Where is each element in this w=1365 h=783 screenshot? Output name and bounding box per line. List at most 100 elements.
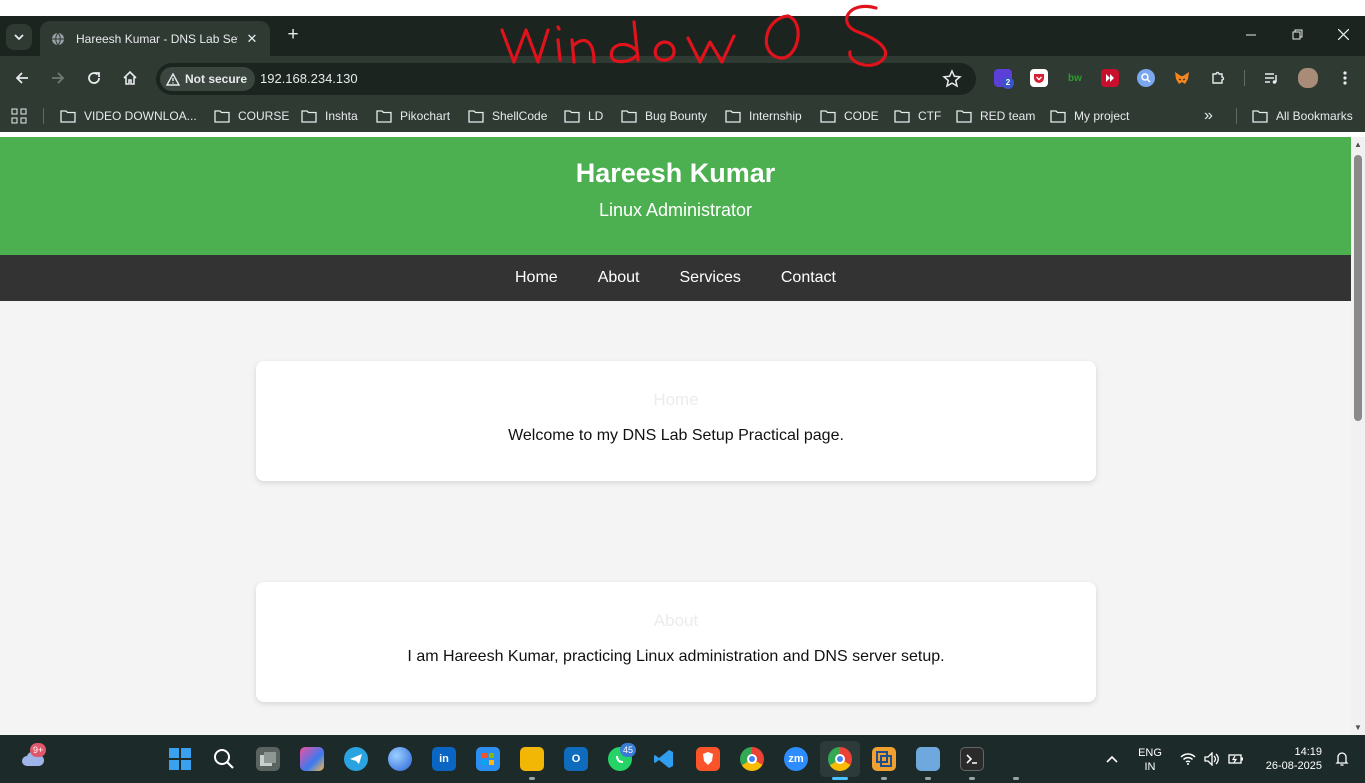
tab-search-button[interactable] — [6, 24, 32, 50]
security-chip[interactable]: Not secure — [160, 67, 256, 91]
search-extension-icon[interactable] — [1137, 69, 1155, 87]
nav-link-services[interactable]: Services — [680, 269, 741, 287]
active-tab[interactable]: Hareesh Kumar - DNS Lab Setup ✕ — [40, 21, 270, 56]
bookmark-label: CODE — [844, 109, 879, 123]
close-window-button[interactable] — [1328, 25, 1358, 47]
chevron-down-icon — [14, 34, 24, 41]
bookmark-folder[interactable]: CTF — [894, 108, 941, 124]
bookmarks-divider-2 — [1236, 108, 1237, 124]
task-view-icon[interactable] — [256, 747, 280, 771]
nav-link-home[interactable]: Home — [515, 269, 558, 287]
page-scrollbar[interactable]: ▲ ▼ — [1351, 137, 1365, 735]
bookmarks-divider — [43, 108, 44, 124]
bookmark-label: ShellCode — [492, 109, 548, 123]
battery-icon[interactable] — [1224, 747, 1248, 771]
wifi-icon[interactable] — [1176, 747, 1200, 771]
outlook-icon[interactable]: O — [564, 747, 588, 771]
bookmark-folder[interactable]: ShellCode — [468, 108, 547, 124]
linkedin-icon[interactable]: in — [432, 747, 456, 771]
forward-icon[interactable] — [46, 66, 70, 90]
terminal-icon[interactable] — [960, 747, 984, 771]
file-explorer-icon[interactable] — [520, 747, 544, 771]
scroll-thumb[interactable] — [1354, 155, 1362, 421]
bookmark-folder[interactable]: Inshta — [301, 108, 358, 124]
media-control-icon[interactable] — [1262, 69, 1280, 87]
store-icon[interactable] — [476, 747, 500, 771]
desktop-screen: Hareesh Kumar - DNS Lab Setup ✕ + Not se… — [0, 0, 1365, 783]
scroll-down-icon[interactable]: ▼ — [1353, 723, 1363, 733]
clock[interactable]: 14:19 26-08-2025 — [1254, 745, 1330, 773]
vscode-icon[interactable] — [652, 747, 676, 771]
all-bookmarks-label: All Bookmarks — [1276, 109, 1353, 123]
chrome-icon[interactable] — [740, 747, 764, 771]
windows-start-icon[interactable] — [168, 747, 192, 771]
bookmark-folder[interactable]: COURSE — [214, 108, 289, 124]
whatsapp-badge: 45 — [620, 743, 637, 757]
running-indicator — [925, 777, 931, 780]
folder-icon — [60, 110, 76, 123]
chevron-up-icon[interactable] — [1100, 747, 1124, 771]
menu-icon[interactable] — [1336, 69, 1354, 87]
volume-icon[interactable] — [1200, 747, 1224, 771]
profile-avatar[interactable] — [1298, 68, 1318, 88]
search-icon[interactable] — [212, 747, 236, 771]
more-bookmarks-button[interactable]: » — [1204, 107, 1213, 124]
bookmark-folder[interactable]: My project — [1050, 108, 1129, 124]
address-bar[interactable]: Not secure 192.168.234.130 — [156, 63, 976, 95]
bookmark-folder[interactable]: Internship — [725, 108, 802, 124]
restore-button[interactable] — [1282, 25, 1312, 47]
close-tab-icon[interactable]: ✕ — [244, 31, 260, 47]
folder-icon — [956, 110, 972, 123]
restore-icon — [1292, 29, 1302, 40]
bookmark-label: Inshta — [325, 109, 358, 123]
metamask-fox-icon[interactable] — [1173, 69, 1191, 87]
telegram-icon[interactable] — [344, 747, 368, 771]
minimize-button[interactable] — [1236, 25, 1266, 47]
back-icon[interactable] — [10, 66, 34, 90]
brave-icon[interactable] — [696, 747, 720, 771]
url-text[interactable]: 192.168.234.130 — [260, 71, 358, 86]
bookmark-folder[interactable]: Pikochart — [376, 108, 450, 124]
nav-link-about[interactable]: About — [598, 269, 640, 287]
web-page: Hareesh Kumar Linux Administrator Home A… — [0, 137, 1351, 735]
section-text: I am Hareesh Kumar, practicing Linux adm… — [407, 648, 945, 665]
all-bookmarks-folder[interactable]: All Bookmarks — [1252, 108, 1353, 124]
bookmark-folder[interactable]: RED team — [956, 108, 1035, 124]
section-text: Welcome to my DNS Lab Setup Practical pa… — [508, 427, 844, 444]
vmware-icon[interactable] — [872, 747, 896, 771]
bookmark-folder[interactable]: CODE — [820, 108, 879, 124]
bookmark-folder[interactable]: LD — [564, 108, 603, 124]
home-section-card: Home Welcome to my DNS Lab Setup Practic… — [256, 361, 1096, 481]
scroll-up-icon[interactable]: ▲ — [1353, 140, 1363, 150]
bookmark-star-icon[interactable] — [942, 69, 962, 89]
notification-icon[interactable] — [1333, 747, 1351, 771]
new-tab-button[interactable]: + — [282, 24, 304, 46]
video-extension-icon[interactable] — [1101, 69, 1119, 87]
apps-grid-icon[interactable] — [11, 108, 27, 129]
browser-orb-icon[interactable] — [388, 747, 412, 771]
nav-link-contact[interactable]: Contact — [781, 269, 836, 287]
clock-time: 14:19 — [1294, 746, 1322, 758]
bookmark-label: My project — [1074, 109, 1130, 123]
pocket-extension-icon[interactable] — [1030, 69, 1048, 87]
site-nav: Home About Services Contact — [0, 255, 1351, 301]
zoom-icon[interactable]: zm — [784, 747, 808, 771]
chrome-profile-icon[interactable] — [828, 747, 852, 771]
bookmark-label: RED team — [980, 109, 1036, 123]
folder-icon — [468, 110, 484, 123]
close-icon — [1337, 28, 1349, 41]
extension-icon-1[interactable]: 2 — [994, 69, 1014, 89]
extensions-puzzle-icon[interactable] — [1209, 69, 1227, 87]
bookmark-folder[interactable]: VIDEO DOWNLOA... — [60, 108, 197, 124]
copilot-icon[interactable] — [300, 747, 324, 771]
bw-extension-icon[interactable]: bw — [1066, 69, 1084, 87]
bookmark-folder[interactable]: Bug Bounty — [621, 108, 707, 124]
folder-icon — [725, 110, 741, 123]
browser-toolbar: Not secure 192.168.234.130 2 bw — [0, 56, 1365, 100]
site-header: Hareesh Kumar Linux Administrator — [0, 137, 1351, 255]
home-icon[interactable] — [118, 66, 142, 90]
chevrons-right-icon: » — [1204, 107, 1213, 124]
remote-desktop-icon[interactable] — [916, 747, 940, 771]
language-indicator[interactable]: ENG IN — [1134, 746, 1166, 774]
reload-icon[interactable] — [82, 66, 106, 90]
